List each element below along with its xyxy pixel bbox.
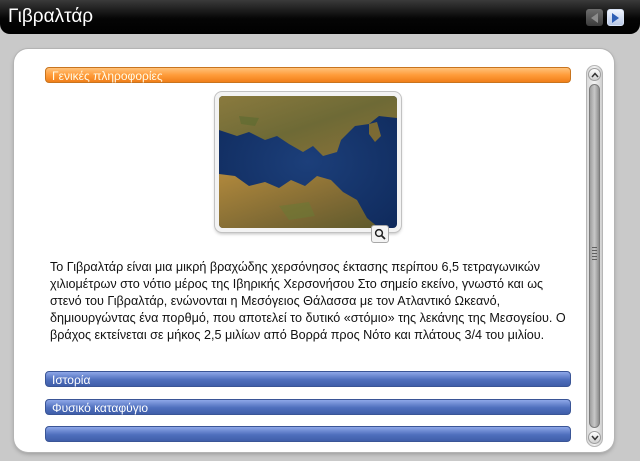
chevron-up-icon xyxy=(590,71,599,77)
arrow-right-icon xyxy=(612,12,619,23)
zoom-button[interactable] xyxy=(371,225,389,243)
previous-button[interactable] xyxy=(586,9,603,26)
accordion-header-label: Γενικές πληροφορίες xyxy=(52,69,163,83)
grip-line xyxy=(592,256,597,257)
scroll-thumb[interactable] xyxy=(589,84,600,428)
description-text: Το Γιβραλτάρ είναι μια μικρή βραχώδης χε… xyxy=(50,260,566,342)
accordion-header-nature-reserve[interactable]: Φυσικό καταφύγιο xyxy=(45,399,571,415)
grip-line xyxy=(592,247,597,248)
window-title: Γιβραλτάρ xyxy=(8,6,94,27)
accordion-header-general-info[interactable]: Γενικές πληροφορίες xyxy=(45,67,571,83)
accordion-header-label: Φυσικό καταφύγιο xyxy=(52,401,149,415)
accordion-header-empty[interactable] xyxy=(45,426,571,442)
next-button[interactable] xyxy=(607,9,624,26)
grip-line xyxy=(592,253,597,254)
chevron-down-icon xyxy=(590,435,599,441)
arrow-left-icon xyxy=(591,12,598,23)
image-frame[interactable] xyxy=(215,92,401,232)
grip-line xyxy=(592,250,597,251)
satellite-photo xyxy=(219,96,397,228)
grip-line xyxy=(592,259,597,260)
title-bar: Γιβραλτάρ xyxy=(0,0,640,34)
scroll-up-button[interactable] xyxy=(588,68,601,81)
accordion-header-history[interactable]: Ιστορία xyxy=(45,371,571,387)
scroll-down-button[interactable] xyxy=(588,431,601,444)
magnifier-icon xyxy=(374,228,386,240)
content-panel: Γενικές πληροφορίες Το Γιβραλτάρ είναι μ… xyxy=(14,49,614,452)
vertical-scrollbar[interactable] xyxy=(586,65,603,447)
accordion-header-label: Ιστορία xyxy=(52,373,91,387)
